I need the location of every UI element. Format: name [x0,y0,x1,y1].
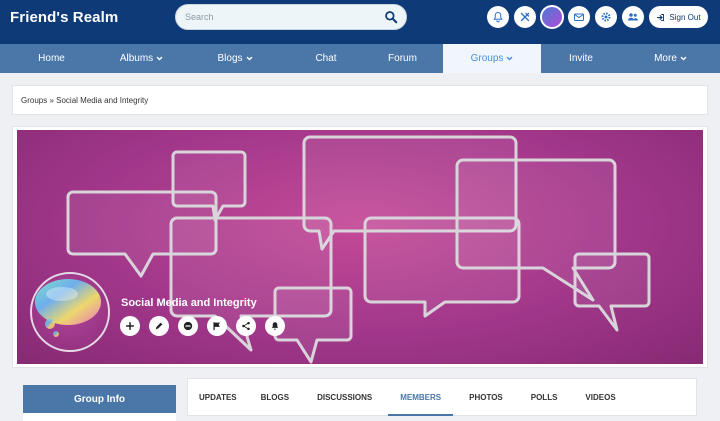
share-group-button[interactable] [236,316,256,336]
nav-item-forum[interactable]: Forum [362,44,443,73]
subscribe-group-button[interactable] [265,316,285,336]
users-icon [628,13,638,21]
group-info-body [23,413,176,421]
tab-members[interactable]: MEMBERS [388,378,453,416]
group-actions [120,316,285,336]
main-nav: Home Albums Blogs Chat Forum Groups Invi… [0,44,720,73]
nav-item-invite[interactable]: Invite [541,44,621,73]
tab-polls[interactable]: POLLS [531,378,558,416]
sign-out-label: Sign Out [669,12,701,22]
envelope-icon [574,13,584,21]
nav-item-more[interactable]: More [621,44,720,73]
group-info-header[interactable]: Group Info [23,385,176,413]
minus-circle-icon [183,321,193,331]
nav-item-home[interactable]: Home [0,44,103,73]
nav-label: Albums [119,53,154,64]
group-name: Social Media and Integrity [121,297,257,309]
tab-videos[interactable]: VIDEOS [585,378,615,416]
bell-icon [271,322,279,330]
nav-label: More [654,53,677,64]
tools-icon [520,12,530,22]
leave-group-button[interactable] [178,316,198,336]
gear-icon [601,12,611,22]
tab-photos[interactable]: PHOTOS [469,378,503,416]
nav-label: Groups [470,53,504,64]
search-input[interactable] [185,10,375,24]
chevron-down-icon [680,56,687,61]
friends-button[interactable] [622,6,644,28]
top-header: Friend's Realm Sign Out [0,0,720,44]
plus-icon [125,321,135,331]
breadcrumb-groups-link[interactable]: Groups [21,96,47,105]
nav-label: Home [38,53,65,64]
sign-out-icon [657,13,665,21]
edit-group-button[interactable] [149,316,169,336]
bell-icon [493,11,503,23]
notifications-button[interactable] [487,6,509,28]
chevron-down-icon [156,56,163,61]
group-avatar[interactable] [30,272,110,352]
tab-discussions[interactable]: DISCUSSIONS [317,378,372,416]
settings-button[interactable] [595,6,617,28]
nav-item-groups[interactable]: Groups [443,44,541,73]
search-icon[interactable] [384,10,398,24]
nav-label: Chat [315,53,337,64]
messages-button[interactable] [568,6,590,28]
tab-blogs[interactable]: BLOGS [261,378,289,416]
tools-button[interactable] [514,6,536,28]
nav-label: Invite [569,53,593,64]
flag-icon [213,322,220,331]
join-group-button[interactable] [120,316,140,336]
nav-label: Forum [388,53,417,64]
search-box[interactable] [175,4,407,30]
pencil-icon [155,322,163,330]
avatar [542,7,562,27]
nav-item-blogs[interactable]: Blogs [180,44,290,73]
breadcrumb-separator: » [47,96,57,105]
nav-item-chat[interactable]: Chat [290,44,362,73]
nav-item-albums[interactable]: Albums [103,44,180,73]
sign-out-button[interactable]: Sign Out [649,6,708,28]
breadcrumb-panel: Groups » Social Media and Integrity [12,85,708,115]
breadcrumb-current: Social Media and Integrity [56,96,149,105]
share-icon [242,321,250,331]
chevron-down-icon [506,56,513,61]
report-group-button[interactable] [207,316,227,336]
chevron-down-icon [246,56,252,61]
tab-updates[interactable]: UPDATES [199,378,237,416]
breadcrumb: Groups » Social Media and Integrity [21,96,148,105]
user-avatar-button[interactable] [540,5,564,29]
site-brand[interactable]: Friend's Realm [10,9,118,26]
group-tabs: UPDATES BLOGS DISCUSSIONS MEMBERS PHOTOS… [187,378,616,416]
nav-label: Blogs [217,53,243,64]
